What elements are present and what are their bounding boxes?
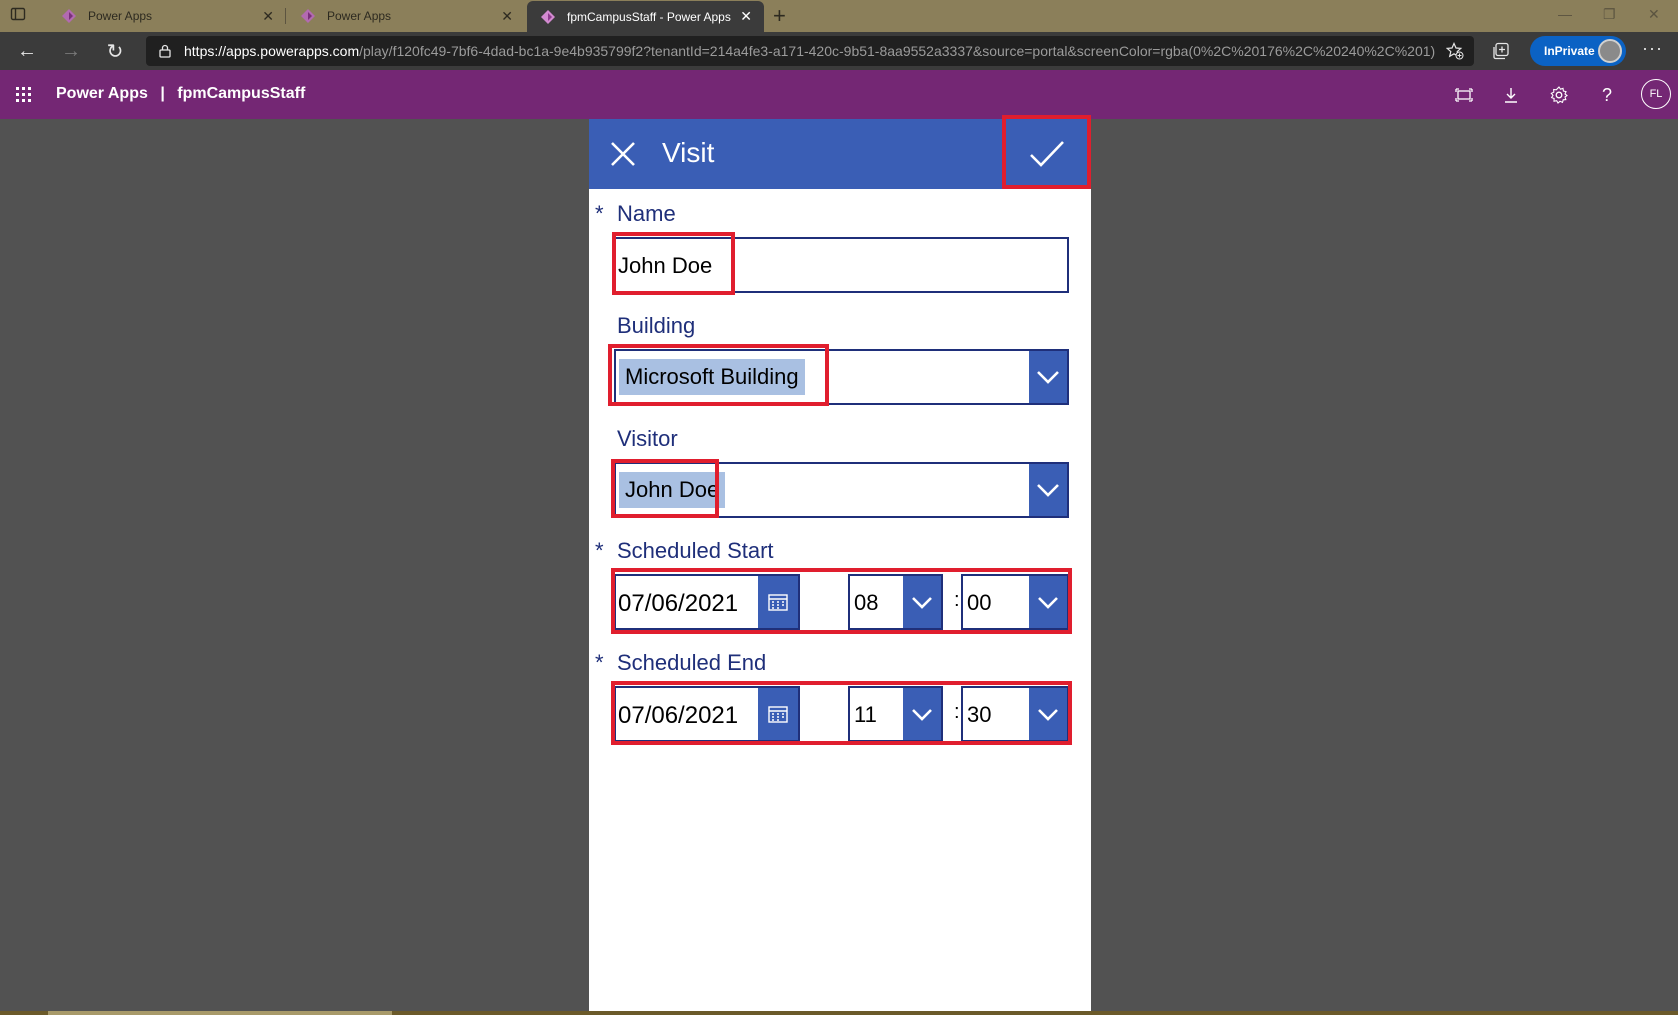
end-minute-value: 30 bbox=[967, 702, 992, 727]
collections-icon[interactable] bbox=[1492, 42, 1510, 60]
start-minute-dropdown[interactable]: 00 bbox=[961, 574, 1069, 630]
building-label: Building bbox=[617, 313, 696, 338]
start-date-value: 07/06/2021 bbox=[618, 590, 739, 617]
form-title: Visit bbox=[662, 137, 715, 168]
required-marker: * bbox=[595, 538, 604, 563]
browser-tab-1[interactable]: Power Apps ✕ bbox=[48, 0, 286, 32]
more-icon[interactable]: ··· bbox=[1642, 38, 1663, 59]
form-header: Visit bbox=[589, 119, 1091, 189]
powerapps-favicon-icon bbox=[62, 9, 76, 23]
name-label: Name bbox=[617, 201, 676, 226]
start-minute-chevron-down-icon[interactable] bbox=[1029, 576, 1067, 628]
minimize-icon[interactable]: — bbox=[1558, 6, 1572, 22]
app-launcher-icon[interactable] bbox=[16, 87, 31, 102]
end-hour-chevron-down-icon[interactable] bbox=[903, 688, 941, 740]
url-path: /play/f120fc49-7bf6-4dad-bc1a-9e4b935799… bbox=[359, 43, 1436, 59]
url-prefix: https:// bbox=[184, 43, 227, 59]
end-hour-dropdown[interactable]: 11 bbox=[848, 686, 943, 742]
end-date-picker[interactable]: 07/06/2021 bbox=[614, 686, 800, 742]
download-icon[interactable] bbox=[1500, 84, 1522, 106]
scheduled-start-label: Scheduled Start bbox=[617, 538, 774, 563]
close-window-icon[interactable]: ✕ bbox=[1648, 6, 1660, 23]
start-hour-dropdown[interactable]: 08 bbox=[848, 574, 943, 630]
refresh-icon[interactable]: ↻ bbox=[102, 38, 128, 64]
powerapps-title: Power Apps | fpmCampusStaff bbox=[56, 85, 306, 102]
name-input[interactable]: John Doe bbox=[614, 237, 1069, 293]
settings-gear-icon[interactable] bbox=[1548, 84, 1570, 106]
visitor-label: Visitor bbox=[617, 426, 678, 451]
new-tab-button[interactable]: + bbox=[773, 3, 786, 29]
product-name: Power Apps bbox=[56, 85, 148, 102]
end-minute-chevron-down-icon[interactable] bbox=[1029, 688, 1067, 740]
building-dropdown[interactable]: Microsoft Building bbox=[614, 349, 1069, 405]
forward-icon[interactable]: → bbox=[58, 38, 84, 64]
end-date-value: 07/06/2021 bbox=[618, 702, 739, 729]
powerapps-header: Power Apps | fpmCampusStaff ? FL bbox=[0, 70, 1678, 119]
time-separator: : bbox=[954, 589, 960, 611]
start-hour-value: 08 bbox=[854, 590, 879, 615]
app-name: fpmCampusStaff bbox=[177, 85, 306, 102]
user-avatar[interactable]: FL bbox=[1641, 79, 1671, 109]
checkmark-icon bbox=[1030, 141, 1064, 167]
end-minute-dropdown[interactable]: 30 bbox=[961, 686, 1069, 742]
back-icon[interactable]: ← bbox=[14, 38, 40, 64]
app-screen: Visit * Name John Doe Building Microsoft… bbox=[589, 115, 1091, 1011]
end-hour-value: 11 bbox=[854, 702, 877, 727]
start-calendar-icon[interactable] bbox=[758, 576, 798, 628]
scheduled-end-label: Scheduled End bbox=[617, 650, 767, 675]
start-date-picker[interactable]: 07/06/2021 bbox=[614, 574, 800, 630]
required-marker: * bbox=[595, 201, 604, 226]
browser-toolbar: ← → ↻ https://apps.powerapps.com/play/f1… bbox=[0, 32, 1678, 70]
start-hour-chevron-down-icon[interactable] bbox=[903, 576, 941, 628]
tab-title: Power Apps bbox=[88, 9, 153, 23]
tab-title: Power Apps bbox=[327, 9, 392, 23]
end-calendar-icon[interactable] bbox=[758, 688, 798, 740]
lock-icon bbox=[159, 44, 171, 58]
inprivate-badge[interactable]: InPrivate bbox=[1530, 36, 1626, 66]
close-tab-icon[interactable]: ✕ bbox=[740, 8, 752, 25]
close-tab-icon[interactable]: ✕ bbox=[262, 8, 274, 25]
close-form-icon[interactable] bbox=[609, 140, 637, 168]
add-favorite-icon[interactable] bbox=[1446, 42, 1464, 60]
bottom-taskbar-strip bbox=[0, 1011, 1678, 1015]
powerapps-favicon-icon bbox=[541, 9, 555, 24]
profile-avatar bbox=[1598, 39, 1622, 63]
fit-to-screen-icon[interactable] bbox=[1453, 84, 1475, 106]
browser-tab-bar: Power Apps ✕ Power Apps ✕ fpmCampusStaff… bbox=[0, 0, 1678, 32]
start-minute-value: 00 bbox=[967, 590, 992, 615]
required-marker: * bbox=[595, 650, 604, 675]
inprivate-label: InPrivate bbox=[1544, 44, 1595, 58]
building-value: Microsoft Building bbox=[619, 359, 805, 395]
visitor-value: John Doe bbox=[619, 472, 726, 508]
tab-title: fpmCampusStaff - Power Apps bbox=[567, 9, 731, 24]
close-tab-icon[interactable]: ✕ bbox=[501, 8, 513, 25]
building-chevron-down-icon[interactable] bbox=[1029, 351, 1067, 403]
restore-icon[interactable]: ❐ bbox=[1603, 6, 1616, 23]
visitor-dropdown[interactable]: John Doe bbox=[614, 462, 1069, 518]
tab-actions-icon[interactable] bbox=[10, 6, 38, 26]
browser-tab-active[interactable]: fpmCampusStaff - Power Apps ✕ bbox=[527, 1, 764, 32]
name-value: John Doe bbox=[618, 253, 713, 278]
visitor-chevron-down-icon[interactable] bbox=[1029, 464, 1067, 516]
url-host: apps.powerapps.com bbox=[226, 43, 360, 59]
help-icon[interactable]: ? bbox=[1596, 84, 1618, 106]
powerapps-favicon-icon bbox=[301, 9, 315, 23]
time-separator: : bbox=[954, 701, 960, 723]
address-bar[interactable]: https://apps.powerapps.com/play/f120fc49… bbox=[146, 36, 1474, 66]
browser-tab-2[interactable]: Power Apps ✕ bbox=[287, 0, 525, 32]
submit-checkmark-button[interactable] bbox=[1003, 119, 1091, 189]
